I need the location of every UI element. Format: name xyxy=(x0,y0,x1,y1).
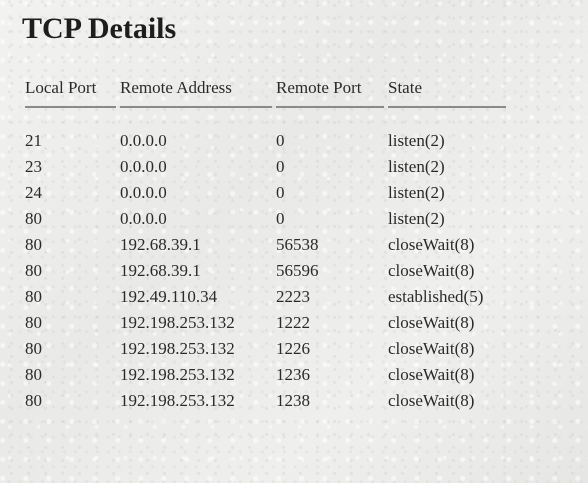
table-row: 80 192.198.253.132 1222 closeWait(8) xyxy=(25,310,506,336)
local-port-cell: 80 xyxy=(25,235,42,254)
remote-port-cell: 0 xyxy=(276,209,285,228)
local-port-cell: 80 xyxy=(25,365,42,384)
local-port-cell: 80 xyxy=(25,209,42,228)
table-row: 80 192.68.39.1 56538 closeWait(8) xyxy=(25,232,506,258)
remote-address-cell: 0.0.0.0 xyxy=(120,209,167,228)
local-port-cell: 24 xyxy=(25,183,42,202)
table-row: 80 192.198.253.132 1236 closeWait(8) xyxy=(25,362,506,388)
local-port-cell: 23 xyxy=(25,157,42,176)
state-cell: listen(2) xyxy=(388,157,445,176)
remote-port-cell: 1226 xyxy=(276,339,310,358)
local-port-cell: 80 xyxy=(25,287,42,306)
table-row: 24 0.0.0.0 0 listen(2) xyxy=(25,180,506,206)
column-header-local-port: Local Port xyxy=(25,78,116,108)
remote-port-cell: 1238 xyxy=(276,391,310,410)
remote-port-cell: 2223 xyxy=(276,287,310,306)
state-cell: closeWait(8) xyxy=(388,339,475,358)
remote-address-cell: 0.0.0.0 xyxy=(120,157,167,176)
remote-address-cell: 192.198.253.132 xyxy=(120,339,235,358)
remote-port-cell: 56538 xyxy=(276,235,319,254)
state-cell: listen(2) xyxy=(388,209,445,228)
remote-port-cell: 0 xyxy=(276,131,285,150)
state-cell: established(5) xyxy=(388,287,484,306)
local-port-cell: 21 xyxy=(25,131,42,150)
page-title: TCP Details xyxy=(22,12,177,45)
remote-port-cell: 0 xyxy=(276,157,285,176)
remote-port-cell: 1236 xyxy=(276,365,310,384)
table-row: 80 192.198.253.132 1238 closeWait(8) xyxy=(25,388,506,414)
state-cell: closeWait(8) xyxy=(388,391,475,410)
tcp-details-table: Local Port Remote Address Remote Port St… xyxy=(21,78,510,414)
remote-address-cell: 192.198.253.132 xyxy=(120,365,235,384)
table-row: 80 0.0.0.0 0 listen(2) xyxy=(25,206,506,232)
remote-address-cell: 192.68.39.1 xyxy=(120,261,201,280)
state-cell: closeWait(8) xyxy=(388,261,475,280)
remote-port-cell: 56596 xyxy=(276,261,319,280)
state-cell: listen(2) xyxy=(388,183,445,202)
remote-port-cell: 1222 xyxy=(276,313,310,332)
column-header-remote-address: Remote Address xyxy=(120,78,272,108)
table-row: 23 0.0.0.0 0 listen(2) xyxy=(25,154,506,180)
state-cell: closeWait(8) xyxy=(388,313,475,332)
header-spacer xyxy=(25,108,506,128)
column-header-remote-port: Remote Port xyxy=(276,78,384,108)
remote-address-cell: 192.198.253.132 xyxy=(120,313,235,332)
remote-address-cell: 192.49.110.34 xyxy=(120,287,218,306)
state-cell: closeWait(8) xyxy=(388,365,475,384)
local-port-cell: 80 xyxy=(25,313,42,332)
remote-address-cell: 192.198.253.132 xyxy=(120,391,235,410)
column-header-state: State xyxy=(388,78,506,108)
remote-address-cell: 0.0.0.0 xyxy=(120,131,167,150)
table-row: 80 192.198.253.132 1226 closeWait(8) xyxy=(25,336,506,362)
local-port-cell: 80 xyxy=(25,261,42,280)
state-cell: closeWait(8) xyxy=(388,235,475,254)
remote-address-cell: 192.68.39.1 xyxy=(120,235,201,254)
local-port-cell: 80 xyxy=(25,339,42,358)
table-header-row: Local Port Remote Address Remote Port St… xyxy=(25,78,506,108)
table-row: 80 192.49.110.34 2223 established(5) xyxy=(25,284,506,310)
remote-address-cell: 0.0.0.0 xyxy=(120,183,167,202)
remote-port-cell: 0 xyxy=(276,183,285,202)
table-row: 80 192.68.39.1 56596 closeWait(8) xyxy=(25,258,506,284)
table-row: 21 0.0.0.0 0 listen(2) xyxy=(25,128,506,154)
local-port-cell: 80 xyxy=(25,391,42,410)
state-cell: listen(2) xyxy=(388,131,445,150)
